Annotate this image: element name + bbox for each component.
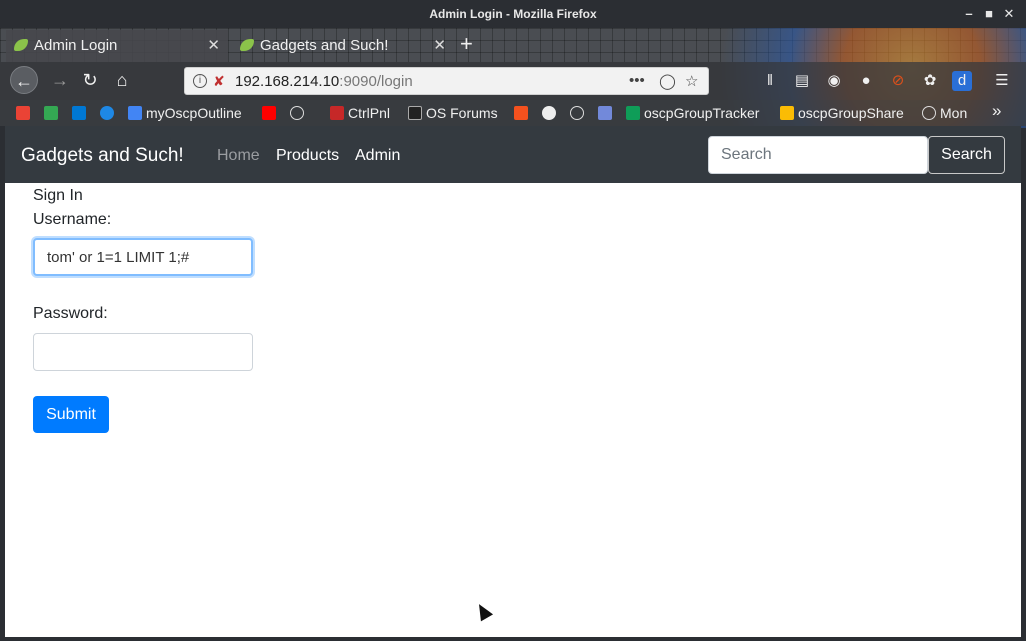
browser-window: Admin Login - Mozilla Firefox – ■ ✕ Admi… — [0, 0, 1026, 641]
drive-icon — [780, 106, 794, 120]
maximize-icon[interactable]: ■ — [980, 5, 998, 23]
bookmark-os-forums[interactable]: OS Forums — [408, 104, 498, 124]
globe-icon[interactable] — [290, 104, 308, 124]
drive-icon[interactable] — [44, 104, 62, 124]
ctrlpnl-icon — [330, 106, 344, 120]
close-window-icon[interactable]: ✕ — [1000, 5, 1018, 23]
page-actions-icon[interactable]: ••• — [629, 72, 645, 89]
leaf-favicon-icon — [14, 39, 28, 51]
bookmark-oscpgroupshare[interactable]: oscpGroupShare — [780, 104, 904, 124]
title-bar: Admin Login - Mozilla Firefox – ■ ✕ — [0, 0, 1026, 28]
tab-admin-login[interactable]: Admin Login ✕ — [6, 30, 228, 62]
extension-icon[interactable]: ● — [856, 71, 876, 91]
sign-in-heading: Sign In — [33, 187, 83, 204]
leaf-favicon-icon — [240, 39, 254, 51]
insecure-lock-icon[interactable]: ✘ — [213, 73, 225, 90]
youtube-icon[interactable] — [262, 104, 280, 124]
close-tab-icon[interactable]: ✕ — [207, 36, 220, 54]
username-label: Username: — [33, 211, 112, 228]
sheets-icon — [626, 106, 640, 120]
submit-button[interactable]: Submit — [33, 396, 109, 433]
block-extension-icon[interactable]: ⊘ — [888, 71, 908, 91]
password-label: Password: — [33, 305, 108, 322]
bookmark-oscpgrouptracker[interactable]: oscpGroupTracker — [626, 104, 759, 124]
page-content: Gadgets and Such! Home Products Admin Se… — [5, 126, 1021, 637]
sidebar-icon[interactable]: ▤ — [792, 71, 812, 91]
nav-products[interactable]: Products — [276, 147, 339, 165]
home-icon[interactable]: ⌂ — [108, 66, 136, 94]
window-title: Admin Login - Mozilla Firefox — [429, 7, 597, 21]
site-brand[interactable]: Gadgets and Such! — [21, 145, 184, 167]
forward-arrow-icon[interactable]: → — [46, 66, 74, 94]
password-input[interactable] — [33, 333, 253, 371]
extension-d-icon[interactable]: d — [952, 71, 972, 91]
nav-home[interactable]: Home — [217, 147, 260, 165]
globe-icon — [922, 106, 936, 120]
site-search-button[interactable]: Search — [928, 136, 1005, 174]
close-tab-icon[interactable]: ✕ — [433, 36, 446, 54]
bolt-icon[interactable] — [514, 104, 532, 124]
overflow-chevron-icon[interactable]: » — [992, 102, 1001, 122]
bookmark-star-icon[interactable]: ☆ — [685, 72, 698, 90]
url-text: 192.168.214.10:9090/login — [235, 73, 413, 90]
tab-label: Gadgets and Such! — [260, 37, 389, 54]
outlook-icon[interactable] — [72, 104, 90, 124]
site-search-input[interactable]: Search — [708, 136, 928, 174]
site-navbar: Gadgets and Such! Home Products Admin Se… — [5, 126, 1021, 183]
onedrive-icon[interactable] — [100, 104, 118, 124]
library-icon[interactable]: ‖ — [760, 71, 780, 91]
tab-gadgets[interactable]: Gadgets and Such! ✕ — [232, 30, 454, 62]
reload-icon[interactable]: ↻ — [76, 66, 104, 94]
os-forums-icon — [408, 106, 422, 120]
username-input[interactable]: tom' or 1=1 LIMIT 1;# — [33, 238, 253, 276]
url-bar[interactable]: i ✘ 192.168.214.10:9090/login ••• ◯ ☆ — [184, 67, 709, 95]
pocket-icon[interactable]: ◯ — [659, 72, 676, 90]
docs-icon — [128, 106, 142, 120]
nav-admin[interactable]: Admin — [355, 147, 400, 165]
bookmark-ctrlpnl[interactable]: CtrlPnl — [330, 104, 390, 124]
gmail-icon[interactable] — [16, 104, 34, 124]
new-tab-icon[interactable]: + — [460, 33, 473, 55]
minimize-icon[interactable]: – — [960, 5, 978, 23]
account-icon[interactable]: ◉ — [824, 71, 844, 91]
back-arrow-icon[interactable]: ← — [10, 66, 38, 94]
github-icon[interactable] — [542, 104, 560, 124]
globe-icon[interactable] — [570, 104, 588, 124]
bookmark-myoscpoutline[interactable]: myOscpOutline — [128, 104, 242, 124]
cookie-icon[interactable]: ✿ — [920, 71, 940, 91]
menu-icon[interactable]: ☰ — [992, 71, 1012, 91]
tab-label: Admin Login — [34, 37, 118, 54]
info-icon[interactable]: i — [193, 74, 207, 88]
bookmark-mon[interactable]: Mon — [922, 104, 967, 124]
discord-icon[interactable] — [598, 104, 616, 124]
